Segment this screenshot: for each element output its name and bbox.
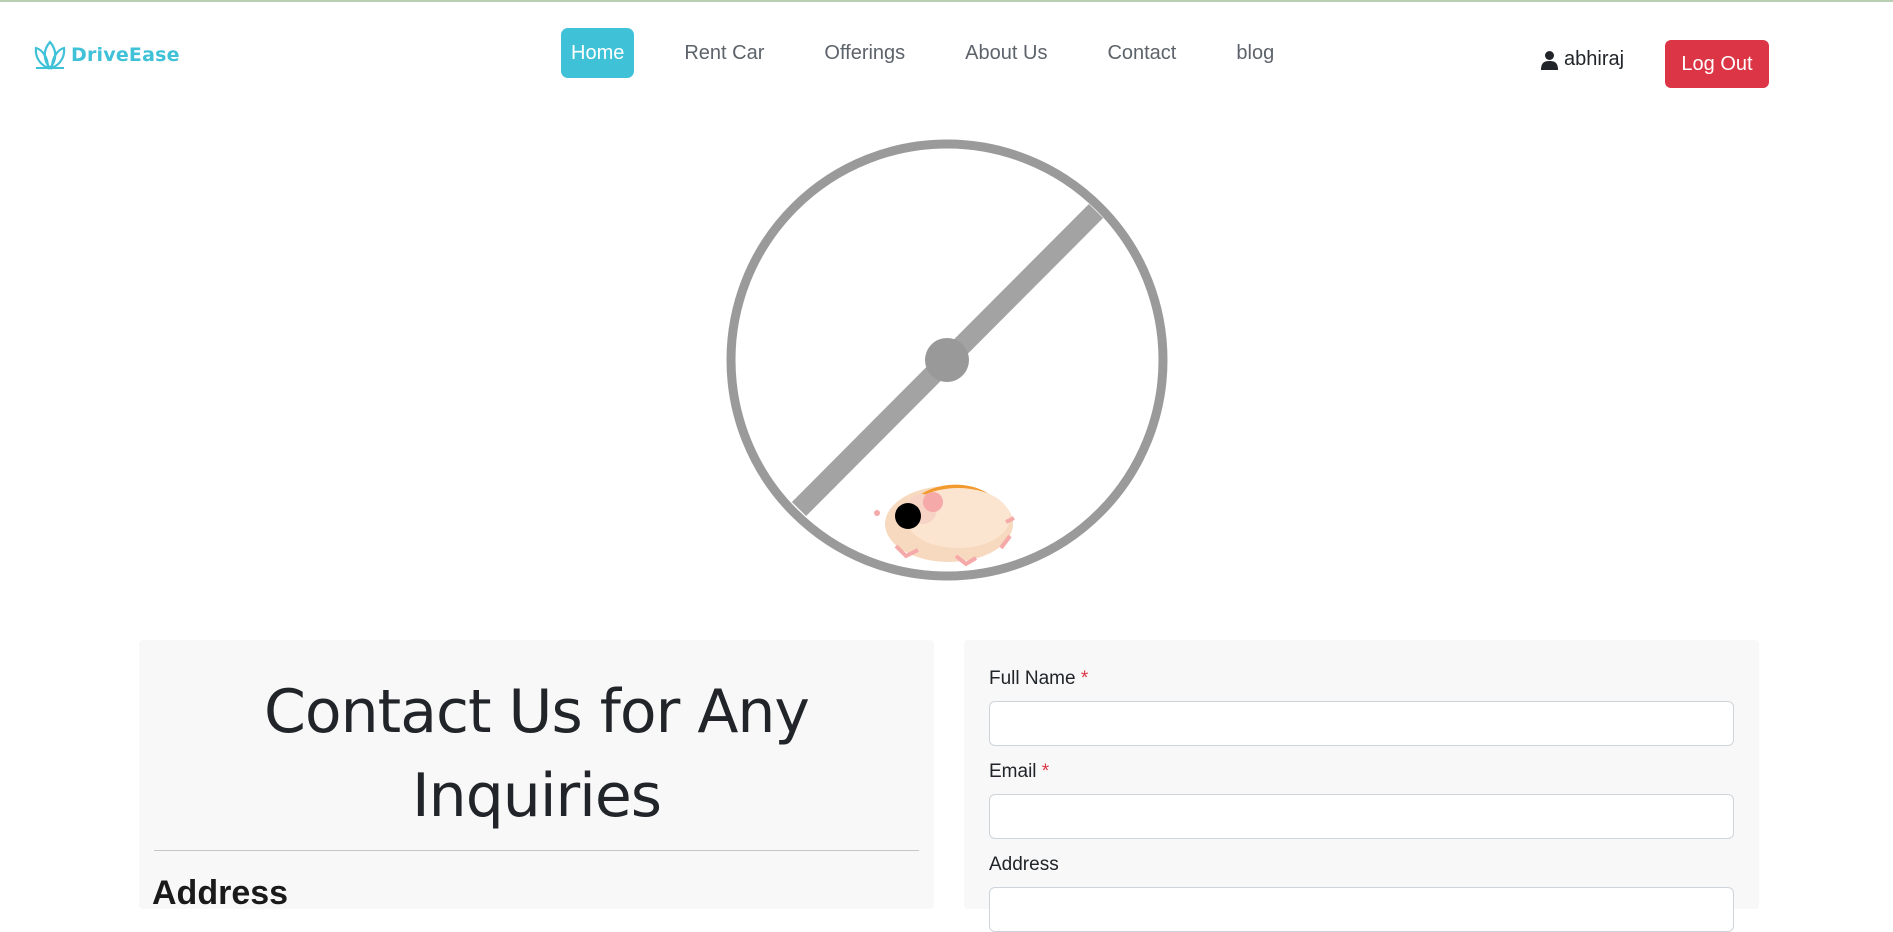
- required-marker: *: [1041, 761, 1050, 782]
- address-input[interactable]: [989, 887, 1734, 932]
- contact-title-line-2: Inquiries: [411, 761, 662, 831]
- email-label: Email *: [989, 761, 1049, 783]
- main-nav: Home Rent Car Offerings About Us Contact…: [561, 28, 1324, 78]
- divider: [154, 850, 919, 851]
- contact-title: Contact Us for Any Inquiries: [139, 670, 934, 838]
- full-name-label-text: Full Name: [989, 668, 1076, 689]
- full-name-input[interactable]: [989, 701, 1734, 746]
- hamster-wheel-loader: [726, 138, 1169, 583]
- contact-form-panel: Full Name * Email * Address: [964, 640, 1759, 932]
- nav-contact[interactable]: Contact: [1097, 28, 1186, 78]
- contact-title-line-1: Contact Us for Any: [264, 677, 810, 747]
- email-label-text: Email: [989, 761, 1037, 782]
- nav-rent-car[interactable]: Rent Car: [674, 28, 774, 78]
- navbar: DriveEase Home Rent Car Offerings About …: [0, 2, 1893, 102]
- address-label: Address: [989, 854, 1059, 876]
- hamster-wheel-icon: [726, 139, 1168, 581]
- email-input[interactable]: [989, 794, 1734, 839]
- address-label-text: Address: [989, 854, 1059, 875]
- brand-logo[interactable]: DriveEase: [33, 38, 180, 72]
- logout-button[interactable]: Log Out: [1665, 40, 1769, 88]
- hamster-illustration: [874, 484, 1015, 567]
- brand-name: DriveEase: [71, 44, 180, 66]
- user-menu[interactable]: abhiraj: [1541, 48, 1624, 71]
- full-name-label: Full Name *: [989, 668, 1088, 690]
- nav-offerings[interactable]: Offerings: [814, 28, 915, 78]
- nav-home[interactable]: Home: [561, 28, 635, 78]
- address-heading: Address: [152, 874, 289, 912]
- lotus-logo-icon: [34, 40, 66, 70]
- required-marker: *: [1080, 668, 1089, 689]
- contact-info-panel: Contact Us for Any Inquiries Address: [139, 640, 934, 912]
- nav-blog[interactable]: blog: [1226, 28, 1284, 78]
- user-icon: [1541, 50, 1558, 70]
- nav-about-us[interactable]: About Us: [955, 28, 1057, 78]
- username: abhiraj: [1564, 48, 1625, 70]
